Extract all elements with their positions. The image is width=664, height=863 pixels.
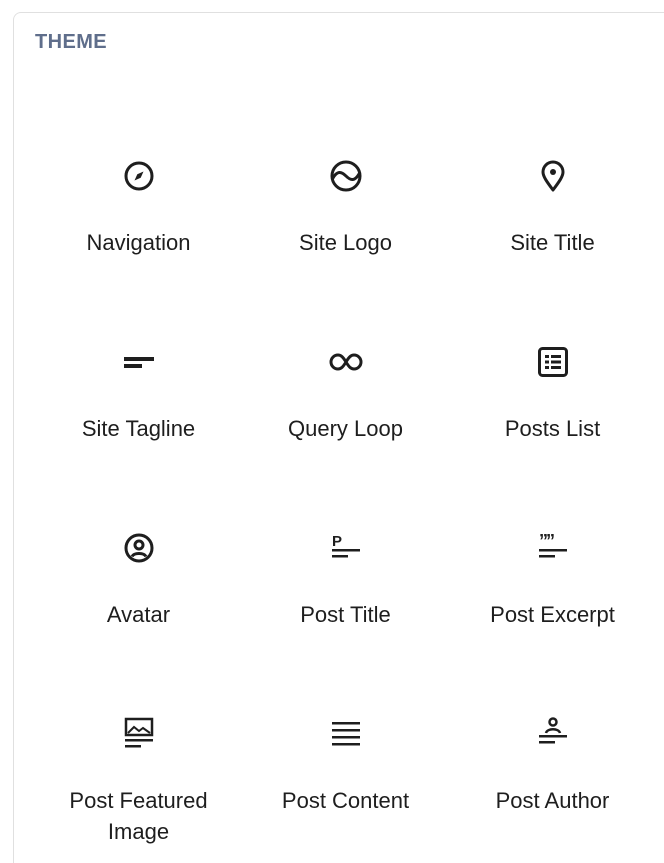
block-label: Post Title [300, 602, 391, 627]
block-post-content[interactable]: Post Content [242, 671, 449, 857]
svg-text:”: ” [546, 531, 555, 551]
post-author-icon [533, 714, 573, 754]
tagline-icon [119, 342, 159, 382]
block-navigation[interactable]: Navigation [35, 113, 242, 299]
block-inserter-panel: THEME Navigation Site Logo Site Title Si… [13, 12, 664, 863]
post-title-icon: P [326, 528, 366, 568]
block-label: Site Title [510, 230, 595, 255]
block-label: Avatar [106, 602, 171, 627]
block-label: Post Featured Image [69, 788, 208, 844]
block-query-loop[interactable]: Query Loop [242, 299, 449, 485]
block-label: Site Logo [299, 230, 392, 255]
block-label: Post Excerpt [490, 602, 615, 627]
block-label: Post Content [281, 788, 410, 813]
block-label: Site Tagline [81, 416, 196, 441]
block-label: Navigation [86, 230, 191, 255]
loop-icon [326, 342, 366, 382]
site-logo-icon [326, 156, 366, 196]
block-grid: Navigation Site Logo Site Title Site Tag… [35, 113, 655, 857]
block-site-title[interactable]: Site Title [449, 113, 656, 299]
featured-image-icon [119, 714, 159, 754]
block-site-tagline[interactable]: Site Tagline [35, 299, 242, 485]
block-label: Query Loop [288, 416, 403, 441]
block-site-logo[interactable]: Site Logo [242, 113, 449, 299]
map-marker-icon [533, 156, 573, 196]
block-posts-list[interactable]: Posts List [449, 299, 656, 485]
block-post-title[interactable]: P Post Title [242, 485, 449, 671]
block-label: Posts List [504, 416, 601, 441]
section-title: THEME [35, 31, 107, 53]
post-content-icon [326, 714, 366, 754]
avatar-icon [119, 528, 159, 568]
post-list-icon [533, 342, 573, 382]
block-avatar[interactable]: Avatar [35, 485, 242, 671]
block-label: Post Author [495, 788, 610, 813]
post-excerpt-icon: ” ” [533, 528, 573, 568]
compass-icon [119, 156, 159, 196]
svg-text:P: P [332, 533, 342, 550]
block-post-author[interactable]: Post Author [449, 671, 656, 857]
block-post-featured-image[interactable]: Post Featured Image [35, 671, 242, 857]
block-post-excerpt[interactable]: ” ” Post Excerpt [449, 485, 656, 671]
